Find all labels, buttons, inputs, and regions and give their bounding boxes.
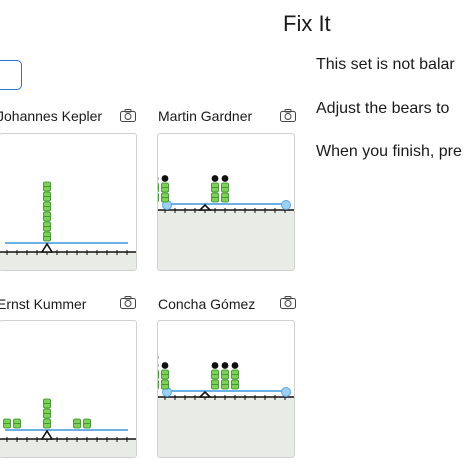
bear [43, 418, 51, 429]
bear [161, 379, 169, 390]
bear [13, 418, 21, 429]
bear [211, 379, 219, 390]
fulcrum [40, 429, 54, 440]
black-counter [161, 175, 169, 182]
bear [158, 182, 159, 193]
camera-icon[interactable] [280, 296, 296, 314]
bear [83, 418, 91, 429]
bear [161, 192, 169, 203]
black-counter [211, 175, 219, 182]
bear [43, 201, 51, 212]
bear [221, 369, 229, 380]
bear [43, 231, 51, 242]
bear [231, 369, 239, 380]
black-counter [211, 362, 219, 369]
bear [43, 398, 51, 409]
bear [158, 369, 159, 380]
beam-end-right [281, 200, 291, 210]
student-name: Martin Gardner [158, 108, 253, 124]
bear [158, 379, 159, 390]
bear [43, 181, 51, 192]
bear [43, 221, 51, 232]
bear [221, 192, 229, 203]
instruction-line-1: This set is not balar [316, 56, 455, 73]
bear [158, 192, 159, 203]
ground [0, 439, 136, 457]
student-name: Ernst Kummer [0, 296, 87, 312]
balance-scale-card[interactable] [0, 133, 137, 271]
ground [158, 397, 294, 457]
bear [211, 182, 219, 193]
instruction-line-2: Adjust the bears to [316, 100, 450, 117]
camera-icon[interactable] [280, 109, 296, 127]
scale-drawing [158, 355, 294, 457]
bear [211, 192, 219, 203]
bear [161, 369, 169, 380]
bear [73, 418, 81, 429]
instruction-line-3: When you finish, pre [316, 143, 462, 160]
black-counter [221, 362, 229, 369]
fulcrum [40, 242, 54, 253]
bear [43, 211, 51, 222]
balance-scale-card[interactable] [0, 320, 137, 458]
fulcrum [198, 390, 212, 398]
bear [231, 379, 239, 390]
balance-scale-card[interactable] [157, 320, 295, 458]
scale-drawing [158, 175, 294, 270]
black-counter [161, 362, 169, 369]
beam-end-right [281, 387, 291, 397]
bear [211, 369, 219, 380]
camera-icon[interactable] [120, 109, 136, 127]
scale-drawing [0, 398, 136, 457]
camera-icon[interactable] [120, 296, 136, 314]
bear [3, 418, 11, 429]
bear [221, 182, 229, 193]
ground [158, 210, 294, 270]
ground [0, 252, 136, 270]
student-name: Concha Gómez [158, 296, 256, 312]
bear [43, 408, 51, 419]
black-counter [231, 362, 239, 369]
black-counter [221, 175, 229, 182]
page-title: Fix It [283, 11, 331, 36]
scale-drawing [0, 181, 136, 270]
bear [43, 191, 51, 202]
fulcrum [198, 203, 212, 211]
bear [161, 182, 169, 193]
partial-button[interactable] [0, 60, 22, 90]
student-name: Johannes Kepler [0, 108, 103, 124]
balance-scale-card[interactable] [157, 133, 295, 271]
bear [221, 379, 229, 390]
